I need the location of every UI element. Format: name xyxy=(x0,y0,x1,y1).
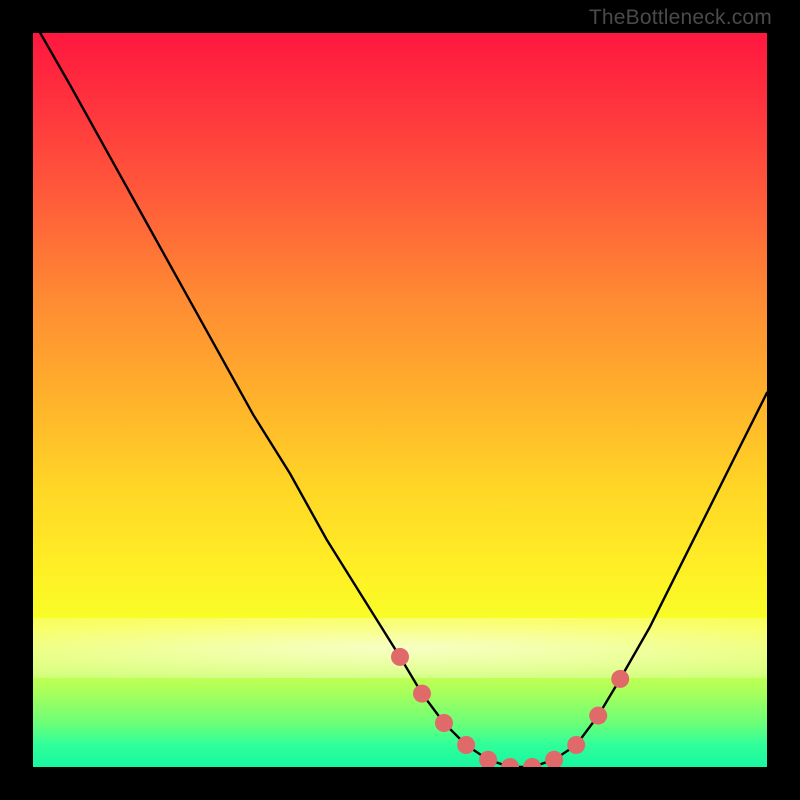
chart-canvas: TheBottleneck.com xyxy=(0,0,800,800)
watermark-text: TheBottleneck.com xyxy=(589,6,772,30)
plot-area xyxy=(33,33,767,767)
